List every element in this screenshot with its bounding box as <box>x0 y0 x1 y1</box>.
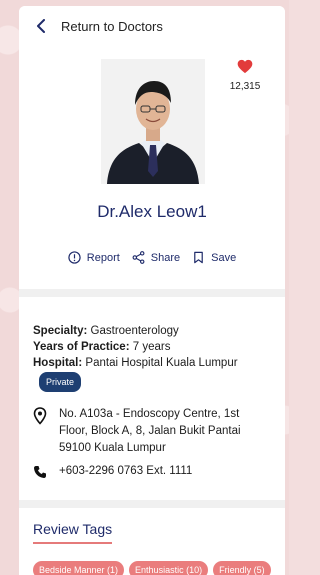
private-badge: Private <box>39 372 82 392</box>
report-button[interactable]: Report <box>68 251 120 264</box>
doctor-profile-card: Return to Doctors 12,315 Dr.Alex Leow1 R… <box>19 6 285 575</box>
phone-row[interactable]: +603-2296 0763 Ext. 1111 <box>33 463 271 480</box>
phone-icon <box>34 465 46 478</box>
bookmark-icon <box>194 251 203 264</box>
years-value: 7 years <box>132 341 171 353</box>
hospital-value: Pantai Hospital Kuala Lumpur <box>85 357 238 369</box>
section-divider <box>19 289 285 297</box>
profile-header: Return to Doctors 12,315 Dr.Alex Leow1 R… <box>19 6 285 289</box>
like-button[interactable]: 12,315 <box>225 59 265 92</box>
share-button[interactable]: Share <box>132 251 180 264</box>
info-icon <box>68 251 81 264</box>
share-label: Share <box>150 251 181 264</box>
specialty-value: Gastroenterology <box>90 325 179 337</box>
years-label: Years of Practice: <box>33 341 130 353</box>
review-tags-title: Review Tags <box>33 521 113 544</box>
review-tag[interactable]: Friendly (5) <box>213 561 271 575</box>
address-row[interactable]: No. A103a - Endoscopy Centre, 1st Floor,… <box>33 406 271 457</box>
review-tag[interactable]: Bedside Manner (1) <box>33 561 125 575</box>
action-bar: Report Share Save <box>19 251 285 264</box>
review-tags-section: Review Tags Bedside Manner (1) Enthusias… <box>19 508 285 575</box>
share-icon <box>132 251 145 264</box>
phone-number: +603-2296 0763 Ext. 1111 <box>59 465 193 477</box>
hospital-label: Hospital: <box>33 357 83 369</box>
save-label: Save <box>211 251 237 264</box>
save-button[interactable]: Save <box>192 251 236 264</box>
back-label: Return to Doctors <box>61 18 163 34</box>
doctor-photo <box>101 59 205 184</box>
doctor-name: Dr.Alex Leow1 <box>97 202 207 221</box>
chevron-left-icon <box>33 18 49 34</box>
location-pin-icon <box>33 407 47 425</box>
review-tag-list: Bedside Manner (1) Enthusiastic (10) Fri… <box>33 561 271 575</box>
specialty-label: Specialty: <box>33 325 88 337</box>
heart-icon <box>237 59 253 74</box>
address-text: No. A103a - Endoscopy Centre, 1st Floor,… <box>59 408 241 454</box>
years-row: Years of Practice: 7 years <box>33 339 271 355</box>
specialty-row: Specialty: Gastroenterology <box>33 323 271 339</box>
like-count: 12,315 <box>229 81 261 92</box>
review-tag[interactable]: Enthusiastic (10) <box>129 561 209 575</box>
doctor-info: Specialty: Gastroenterology Years of Pra… <box>19 297 285 500</box>
report-label: Report <box>86 251 120 264</box>
back-link[interactable]: Return to Doctors <box>33 18 163 34</box>
hospital-row: Hospital: Pantai Hospital Kuala Lumpur <box>33 355 271 371</box>
section-divider <box>19 500 285 508</box>
